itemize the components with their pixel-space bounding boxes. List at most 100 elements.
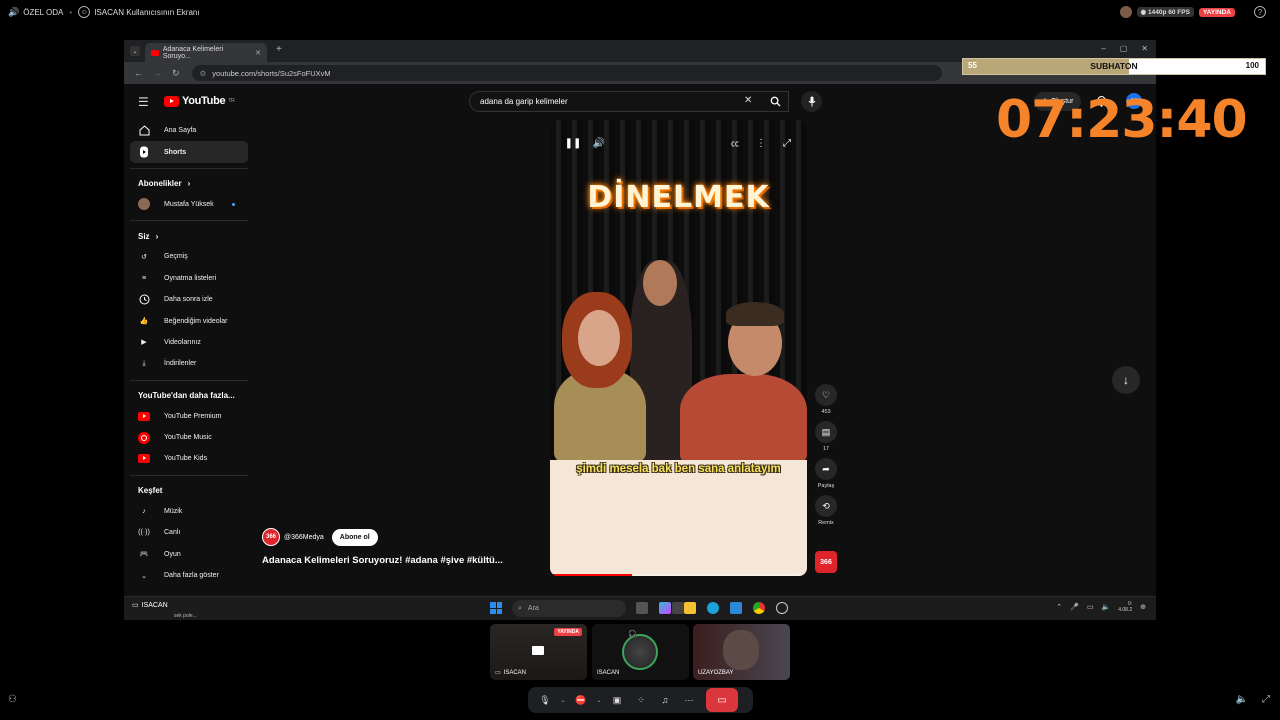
channel-thumbnail[interactable]: 366 — [815, 551, 837, 573]
channel-logo[interactable]: 366 — [262, 528, 280, 546]
activities-button[interactable]: ⁘ — [630, 690, 652, 710]
sidebar-item-label: Videolarınız — [164, 338, 201, 346]
volume-icon[interactable]: 🔈 — [1236, 694, 1248, 705]
you-header[interactable]: Siz › — [130, 226, 248, 246]
screen-share-button[interactable]: ▣ — [606, 690, 628, 710]
captions-icon[interactable]: ㏄ — [726, 134, 744, 152]
soundboard-button[interactable]: ♫ — [654, 690, 676, 710]
participant-tile[interactable]: 🎧 ISACAN — [592, 624, 689, 680]
zoom-icon[interactable]: ⊕ — [1140, 603, 1146, 611]
short-video-player[interactable]: DİNELMEK şimdi mesela bak ben sana anlat… — [550, 120, 807, 576]
sidebar-item-playlists[interactable]: ≡ Oynatma listeleri — [130, 268, 248, 289]
deafened-icon: 🎧 — [628, 631, 637, 638]
subscribe-button[interactable]: Abone ol — [331, 528, 378, 546]
task-view-icon[interactable] — [636, 602, 648, 614]
logo-region: TR — [228, 98, 235, 104]
store-icon[interactable] — [730, 602, 742, 614]
close-window-icon[interactable]: ✕ — [1141, 44, 1148, 53]
person-back-head — [643, 260, 677, 306]
sidebar-item-history[interactable]: ↺ Geçmiş — [130, 246, 248, 267]
chrome-icon[interactable] — [753, 602, 765, 614]
more-options-icon[interactable]: ⋮ — [752, 134, 770, 152]
participant-tile[interactable]: YAYINDA ▭ ISACAN — [490, 624, 587, 680]
share-icon: ➦ — [815, 458, 837, 480]
sidebar-item-liked[interactable]: 👍 Beğendiğim videolar — [130, 310, 248, 331]
participant-avatar — [723, 630, 759, 670]
sidebar-item-label: Canlı — [164, 529, 181, 537]
app-icon[interactable] — [776, 602, 788, 614]
youtube-logo[interactable]: YouTube TR — [164, 95, 235, 107]
windows-start-icon[interactable] — [490, 602, 502, 614]
search-input[interactable]: adana da garip kelimeler — [469, 91, 789, 112]
back-icon[interactable]: ← — [134, 68, 143, 78]
pause-icon[interactable]: ❚❚ — [564, 134, 582, 152]
sidebar-item-music[interactable]: YouTube Music — [130, 427, 248, 448]
youtube-sidebar: Ana Sayfa Shorts Abonelikler › Mustafa Y… — [130, 120, 248, 600]
file-explorer-icon[interactable] — [684, 602, 696, 614]
remix-button[interactable]: ⟲ Remix — [814, 495, 838, 528]
sidebar-item-show-more[interactable]: ⌄ Daha fazla göster — [130, 565, 248, 586]
channel-name[interactable]: @366Medya — [284, 534, 324, 541]
mic-options-chevron-icon[interactable]: ⌄ — [558, 690, 568, 710]
like-button[interactable]: ♡ 453 — [814, 384, 838, 417]
taskbar-clock[interactable]: 0: 4.08.2 — [1118, 601, 1132, 613]
help-icon[interactable]: ? — [1254, 6, 1266, 18]
sidebar-item-home[interactable]: Ana Sayfa — [130, 120, 248, 141]
explore-header: Keşfet — [130, 481, 248, 501]
chevron-up-icon[interactable]: ⌃ — [1056, 603, 1062, 611]
menu-icon[interactable]: ☰ — [138, 95, 149, 109]
sidebar-item-gaming[interactable]: 🎮 Oyun — [130, 543, 248, 564]
sidebar-divider — [130, 220, 248, 222]
fullscreen-icon[interactable]: ⤢ — [778, 134, 796, 152]
camera-off-button[interactable]: ⛔ — [570, 690, 592, 710]
sidebar-item-your-videos[interactable]: ▶ Videolarınız — [130, 332, 248, 353]
sidebar-item-kids[interactable]: YouTube Kids — [130, 448, 248, 469]
camera-options-chevron-icon[interactable]: ⌄ — [594, 690, 604, 710]
fullscreen-icon[interactable]: ⤢ — [1262, 694, 1270, 705]
taskbar-search[interactable]: ⌕ Ara — [512, 600, 626, 617]
invite-icon[interactable]: ⚇ — [8, 694, 17, 705]
edge-icon[interactable] — [707, 602, 719, 614]
server-breadcrumb[interactable]: 🔊 ÖZEL ODA — [8, 7, 63, 18]
site-info-icon[interactable]: ⚙ — [200, 69, 207, 78]
url-field[interactable]: ⚙ youtube.com/shorts/Su2sFoFUXvM — [191, 65, 942, 81]
sidebar-item-downloads[interactable]: ⤓ İndirilenler — [130, 353, 248, 374]
sidebar-item-watch-later[interactable]: Daha sonra izle — [130, 289, 248, 310]
volume-icon[interactable]: 🔊 — [590, 134, 608, 152]
microphone-button[interactable]: 🎙 — [534, 690, 556, 710]
next-short-button[interactable]: ↓ — [1112, 366, 1140, 394]
microphone-icon[interactable]: 🎤 — [1070, 603, 1079, 611]
heart-icon: ♡ — [815, 384, 837, 406]
sidebar-item-live[interactable]: ((·)) Canlı — [130, 522, 248, 543]
tab-search-icon[interactable]: ⌄ — [130, 46, 140, 56]
person-right-hair — [726, 302, 784, 326]
copilot-icon[interactable] — [659, 602, 671, 614]
network-icon[interactable]: ▭ — [1087, 603, 1094, 611]
clear-search-icon[interactable]: ✕ — [744, 95, 752, 106]
voice-search-button[interactable] — [801, 91, 822, 112]
reload-icon[interactable]: ↻ — [172, 68, 180, 79]
tab-close-icon[interactable]: ✕ — [255, 49, 261, 57]
stop-watching-button[interactable]: ▭ — [706, 688, 738, 712]
sidebar-item-subscription[interactable]: Mustafa Yüksek — [130, 194, 248, 215]
browser-tab-active[interactable]: Adanaca Kelimeleri Soruyo... ✕ — [145, 43, 267, 62]
comment-button[interactable]: ▤ 17 — [814, 421, 838, 454]
forward-icon[interactable]: → — [153, 68, 162, 78]
volume-icon[interactable]: 🔈 — [1102, 603, 1111, 611]
participant-tile[interactable]: UZAYOZBAY — [693, 624, 790, 680]
video-caption: şimdi mesela bak ben sana anlatayım — [576, 463, 781, 475]
video-progress-bar[interactable] — [550, 574, 807, 576]
subscriptions-header[interactable]: Abonelikler › — [130, 174, 248, 194]
sidebar-item-premium[interactable]: YouTube Premium — [130, 406, 248, 427]
sidebar-item-shorts[interactable]: Shorts — [130, 141, 248, 163]
minimize-icon[interactable]: – — [1101, 44, 1105, 53]
sidebar-item-explore-music[interactable]: ♪ Müzik — [130, 501, 248, 522]
more-options-button[interactable]: ⋯ — [678, 690, 700, 710]
maximize-icon[interactable]: ▢ — [1120, 44, 1128, 53]
short-title[interactable]: Adanaca Kelimeleri Soruyoruz! #adana #şi… — [262, 555, 503, 566]
widgets-icon[interactable] — [672, 602, 684, 614]
share-button[interactable]: ➦ Paylaş — [814, 458, 838, 491]
live-icon: ((·)) — [138, 529, 150, 537]
search-button[interactable] — [764, 91, 786, 112]
new-tab-button[interactable]: + — [276, 44, 282, 55]
